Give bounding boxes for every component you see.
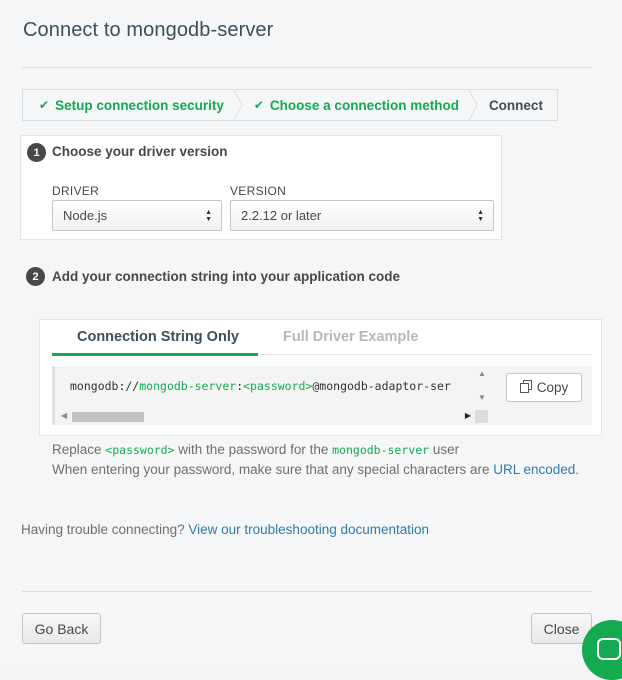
driver-label: DRIVER — [52, 184, 100, 198]
step-label: Connect — [488, 97, 543, 113]
go-back-button[interactable]: Go Back — [22, 613, 101, 644]
replace-password-note: Replace <password> with the password for… — [52, 442, 459, 457]
driver-select[interactable]: Node.js ▲ ▼ — [52, 200, 222, 231]
check-icon: ✔ — [253, 98, 264, 112]
troubleshooting-link[interactable]: View our troubleshooting documentation — [188, 522, 429, 537]
vertical-scrollbar[interactable]: ▲ ▼ — [475, 366, 488, 411]
connection-string-code[interactable]: mongodb://mongodb-server:<password>@mong… — [70, 379, 474, 393]
note-text: When entering your password, make sure t… — [52, 462, 494, 477]
code-password: <password> — [243, 379, 313, 393]
step-label: Setup connection security — [55, 97, 224, 113]
dialog-title: Connect to mongodb-server — [23, 19, 274, 41]
active-tab-indicator — [52, 353, 258, 356]
chat-icon — [597, 638, 621, 660]
scroll-down-arrow-icon[interactable]: ▼ — [478, 393, 486, 402]
user-token: mongodb-server — [332, 443, 430, 457]
step-number-badge: 1 — [27, 143, 46, 162]
note-text: user — [429, 442, 460, 457]
section-heading: Add your connection string into your app… — [52, 269, 401, 284]
version-select-value: 2.2.12 or later — [241, 208, 322, 223]
password-token: <password> — [105, 443, 175, 457]
check-icon: ✔ — [39, 98, 50, 112]
copy-button[interactable]: Copy — [506, 373, 582, 402]
note-text: . — [575, 462, 580, 477]
code-user: mongodb-server — [139, 379, 237, 393]
trouble-text: Having trouble connecting? — [21, 522, 185, 537]
footer-divider — [22, 591, 592, 592]
scroll-right-arrow-icon[interactable]: ▶ — [465, 411, 471, 420]
version-label: VERSION — [230, 184, 287, 198]
code-host: @mongodb-adaptor-ser — [312, 379, 451, 393]
select-arrows-icon: ▲ ▼ — [477, 209, 484, 223]
driver-select-value: Node.js — [63, 208, 108, 223]
url-encode-note: When entering your password, make sure t… — [52, 462, 579, 477]
scroll-up-arrow-icon[interactable]: ▲ — [478, 369, 486, 378]
step-connect: Connect — [473, 90, 557, 120]
url-encoded-link[interactable]: URL encoded — [493, 462, 575, 477]
code-scheme: mongodb:// — [70, 379, 140, 393]
step-choose-method[interactable]: ✔ Choose a connection method — [238, 90, 478, 120]
connection-steps: ✔ Setup connection security ✔ Choose a c… — [22, 89, 558, 121]
connect-dialog: Connect to mongodb-server ✔ Setup connec… — [0, 0, 622, 680]
scroll-left-arrow-icon[interactable]: ◀ — [61, 411, 67, 420]
troubleshooting-line: Having trouble connecting? View our trou… — [21, 522, 429, 537]
copy-label: Copy — [536, 380, 569, 395]
tab-connection-string-only[interactable]: Connection String Only — [77, 329, 239, 345]
scrollbar-thumb[interactable] — [72, 412, 144, 422]
header-divider — [22, 67, 592, 68]
step-setup-security[interactable]: ✔ Setup connection security — [23, 90, 243, 120]
tab-full-driver-example[interactable]: Full Driver Example — [283, 329, 418, 345]
scrollbar-corner — [475, 410, 488, 423]
driver-version-card: 1 Choose your driver version DRIVER Node… — [20, 135, 502, 240]
note-text: Replace — [52, 442, 106, 457]
copy-icon — [519, 379, 532, 396]
note-text: with the password for the — [174, 442, 333, 457]
step-number-badge: 2 — [26, 267, 45, 286]
version-select[interactable]: 2.2.12 or later ▲ ▼ — [230, 200, 494, 231]
connection-string-card: Connection String Only Full Driver Examp… — [39, 319, 602, 436]
select-arrows-icon: ▲ ▼ — [205, 209, 212, 223]
step-label: Choose a connection method — [269, 97, 459, 113]
section-heading: Choose your driver version — [52, 144, 228, 159]
horizontal-scrollbar[interactable]: ◀ ▶ — [57, 410, 475, 423]
connection-string-box: mongodb://mongodb-server:<password>@mong… — [52, 366, 592, 425]
